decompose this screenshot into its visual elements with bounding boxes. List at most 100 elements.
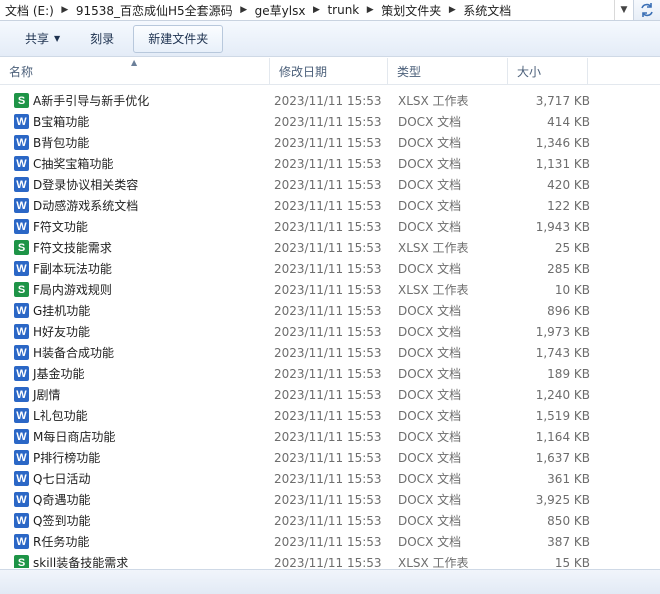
file-date: 2023/11/11 15:53 <box>274 471 382 486</box>
file-name: J剧情 <box>33 388 61 402</box>
file-type: DOCX 文档 <box>398 535 462 549</box>
word-document-icon: W <box>14 198 29 213</box>
breadcrumb[interactable]: 文档 (E:) ▶ 91538_百恋成仙H5全套源码 ▶ ge草ylsx ▶ trunk ▶ 策… <box>0 0 614 20</box>
file-size: 1,131 KB <box>535 156 590 171</box>
file-size: 1,519 KB <box>535 408 590 423</box>
column-header-type[interactable]: 类型 <box>388 58 508 84</box>
file-row[interactable]: W Q签到功能 2023/11/11 15:53 DOCX 文档 850 KB <box>0 510 660 531</box>
file-date: 2023/11/11 15:53 <box>274 429 382 444</box>
file-name-cell: W B宝箱功能 <box>0 113 270 130</box>
file-date: 2023/11/11 15:53 <box>274 345 382 360</box>
file-type: DOCX 文档 <box>398 388 462 402</box>
file-row[interactable]: W B背包功能 2023/11/11 15:53 DOCX 文档 1,346 KB <box>0 132 660 153</box>
file-date: 2023/11/11 15:53 <box>274 282 382 297</box>
column-header-size[interactable]: 大小 <box>508 58 588 84</box>
file-list[interactable]: S A新手引导与新手优化 2023/11/11 15:53 XLSX 工作表 3,717… <box>0 90 660 568</box>
file-name-cell: Sskill装备技能需求 <box>0 554 270 568</box>
column-header-name[interactable]: 名称 ▲ <box>0 58 270 84</box>
file-size: 15 KB <box>554 555 590 569</box>
file-row[interactable]: W B宝箱功能 2023/11/11 15:53 DOCX 文档 414 KB <box>0 111 660 132</box>
file-name: D登录协议相关类容 <box>33 178 139 192</box>
file-name-cell: W F符文功能 <box>0 218 270 235</box>
column-header-date[interactable]: 修改日期 <box>270 58 388 84</box>
file-size: 285 KB <box>547 261 590 276</box>
breadcrumb-item[interactable]: 策划文件夹 <box>376 2 446 19</box>
refresh-icon <box>641 3 653 17</box>
excel-spreadsheet-icon: S <box>14 240 29 255</box>
file-row[interactable]: W J基金功能 2023/11/11 15:53 DOCX 文档 189 KB <box>0 363 660 384</box>
file-row[interactable]: W G挂机功能 2023/11/11 15:53 DOCX 文档 896 KB <box>0 300 660 321</box>
file-row[interactable]: S A新手引导与新手优化 2023/11/11 15:53 XLSX 工作表 3,717… <box>0 90 660 111</box>
share-label: 共享 <box>25 32 50 46</box>
file-type: DOCX 文档 <box>398 472 462 486</box>
breadcrumb-item[interactable]: 文档 (E:) <box>0 2 59 19</box>
word-document-icon: W <box>14 492 29 507</box>
file-row[interactable]: S F符文技能需求 2023/11/11 15:53 XLSX 工作表 25 KB <box>0 237 660 258</box>
file-size: 387 KB <box>547 534 590 549</box>
file-size: 896 KB <box>547 303 590 318</box>
file-date: 2023/11/11 15:53 <box>274 135 382 150</box>
address-dropdown-icon[interactable]: ▼ <box>614 0 633 20</box>
word-document-icon: W <box>14 408 29 423</box>
word-document-icon: W <box>14 471 29 486</box>
breadcrumb-item[interactable]: trunk <box>322 3 364 17</box>
file-type: DOCX 文档 <box>398 115 462 129</box>
breadcrumb-separator-icon[interactable]: ▶ <box>446 5 458 15</box>
file-row[interactable]: W H好友功能 2023/11/11 15:53 DOCX 文档 1,973 KB <box>0 321 660 342</box>
new-folder-button[interactable]: 新建文件夹 <box>133 24 224 53</box>
file-row[interactable]: W R任务功能 2023/11/11 15:53 DOCX 文档 387 KB <box>0 531 660 552</box>
word-document-icon: W <box>14 303 29 318</box>
refresh-button[interactable] <box>633 0 660 20</box>
file-row[interactable]: W D动感游戏系统文档 2023/11/11 15:53 DOCX 文档 122 KB <box>0 195 660 216</box>
address-bar[interactable]: 文档 (E:) ▶ 91538_百恋成仙H5全套源码 ▶ ge草ylsx ▶ trunk ▶ 策… <box>0 0 660 21</box>
file-size: 189 KB <box>547 366 590 381</box>
breadcrumb-separator-icon[interactable]: ▶ <box>310 5 322 15</box>
file-type: DOCX 文档 <box>398 262 462 276</box>
file-name-cell: W M每日商店功能 <box>0 428 270 445</box>
excel-spreadsheet-icon: S <box>14 282 29 297</box>
breadcrumb-item[interactable]: ge草ylsx <box>250 2 311 19</box>
file-name: P排行榜功能 <box>33 451 101 465</box>
file-row[interactable]: W Q七日活动 2023/11/11 15:53 DOCX 文档 361 KB <box>0 468 660 489</box>
file-row[interactable]: W P排行榜功能 2023/11/11 15:53 DOCX 文档 1,637 KB <box>0 447 660 468</box>
file-size: 1,240 KB <box>535 387 590 402</box>
file-type: DOCX 文档 <box>398 136 462 150</box>
file-date: 2023/11/11 15:53 <box>274 450 382 465</box>
file-name: R任务功能 <box>33 535 90 549</box>
file-name-cell: W J基金功能 <box>0 365 270 382</box>
file-row[interactable]: Sskill装备技能需求 2023/11/11 15:53 XLSX 工作表 15 K… <box>0 552 660 568</box>
file-type: XLSX 工作表 <box>398 94 469 108</box>
file-row[interactable]: W L礼包功能 2023/11/11 15:53 DOCX 文档 1,519 KB <box>0 405 660 426</box>
file-name-cell: W Q奇遇功能 <box>0 491 270 508</box>
burn-button[interactable]: 刻录 <box>75 25 129 53</box>
file-row[interactable]: W F副本玩法功能 2023/11/11 15:53 DOCX 文档 285 KB <box>0 258 660 279</box>
word-document-icon: W <box>14 345 29 360</box>
file-name-cell: W D动感游戏系统文档 <box>0 197 270 214</box>
file-name: B宝箱功能 <box>33 115 90 129</box>
file-row[interactable]: W M每日商店功能 2023/11/11 15:53 DOCX 文档 1,164 KB <box>0 426 660 447</box>
breadcrumb-separator-icon[interactable]: ▶ <box>364 5 376 15</box>
file-name: Q签到功能 <box>33 514 91 528</box>
file-row[interactable]: W J剧情 2023/11/11 15:53 DOCX 文档 1,240 KB <box>0 384 660 405</box>
word-document-icon: W <box>14 114 29 129</box>
file-name: B背包功能 <box>33 136 90 150</box>
file-name: L礼包功能 <box>33 409 88 423</box>
file-size: 25 KB <box>554 240 590 255</box>
file-row[interactable]: S F局内游戏规则 2023/11/11 15:53 XLSX 工作表 10 KB <box>0 279 660 300</box>
file-row[interactable]: W D登录协议相关类容 2023/11/11 15:53 DOCX 文档 420 KB <box>0 174 660 195</box>
breadcrumb-item[interactable]: 91538_百恋成仙H5全套源码 <box>71 2 238 19</box>
file-type: DOCX 文档 <box>398 178 462 192</box>
file-row[interactable]: W F符文功能 2023/11/11 15:53 DOCX 文档 1,943 KB <box>0 216 660 237</box>
word-document-icon: W <box>14 387 29 402</box>
file-type: DOCX 文档 <box>398 451 462 465</box>
breadcrumb-separator-icon[interactable]: ▶ <box>59 5 71 15</box>
file-name-cell: W L礼包功能 <box>0 407 270 424</box>
breadcrumb-item[interactable]: 系统文档 <box>458 2 516 19</box>
file-size: 3,717 KB <box>535 93 590 108</box>
file-row[interactable]: W Q奇遇功能 2023/11/11 15:53 DOCX 文档 3,925 KB <box>0 489 660 510</box>
share-button[interactable]: 共享 ▼ <box>10 25 75 53</box>
breadcrumb-separator-icon[interactable]: ▶ <box>238 5 250 15</box>
file-row[interactable]: W H装备合成功能 2023/11/11 15:53 DOCX 文档 1,743 KB <box>0 342 660 363</box>
file-row[interactable]: W C抽奖宝箱功能 2023/11/11 15:53 DOCX 文档 1,131 KB <box>0 153 660 174</box>
file-size: 122 KB <box>547 198 590 213</box>
